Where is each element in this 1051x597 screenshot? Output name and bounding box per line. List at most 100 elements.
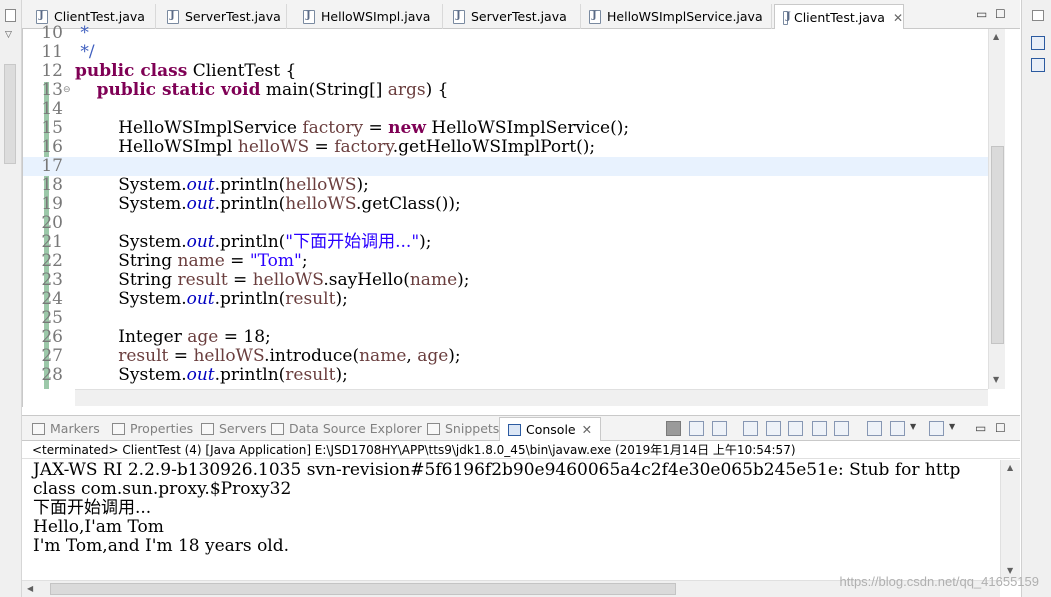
code-line[interactable]: 17 bbox=[23, 157, 988, 176]
code-text: System.out.println("下面开始调用..."); bbox=[75, 232, 432, 252]
code-line[interactable]: 23 String result = helloWS.sayHello(name… bbox=[23, 271, 988, 290]
scroll-left-icon[interactable]: ◀ bbox=[27, 584, 33, 593]
line-number: 17 bbox=[41, 156, 63, 176]
code-text: Integer age = 18; bbox=[75, 327, 271, 347]
chevron-down-icon[interactable]: ▼ bbox=[949, 422, 955, 431]
code-line[interactable]: 27 result = helloWS.introduce(name, age)… bbox=[23, 347, 988, 366]
code-text: result = helloWS.introduce(name, age); bbox=[118, 346, 461, 366]
show-on-stdout-icon[interactable] bbox=[812, 421, 827, 436]
minimize-icon[interactable]: ▭ bbox=[976, 7, 987, 21]
code-text: System.out.println(helloWS); bbox=[75, 175, 369, 195]
java-file-icon bbox=[589, 9, 601, 24]
line-number: 10 bbox=[41, 23, 63, 43]
outline-icon[interactable] bbox=[1031, 36, 1045, 50]
view-menu-icon[interactable]: ▽ bbox=[5, 30, 12, 40]
code-text: public static void main(String[] args) { bbox=[96, 80, 449, 100]
java-file-icon bbox=[453, 9, 465, 24]
code-line[interactable]: 14 bbox=[23, 100, 988, 119]
code-line[interactable]: 15 HelloWSImplService factory = new Hell… bbox=[23, 119, 988, 138]
pin-console-icon[interactable] bbox=[867, 421, 882, 436]
tab-servers[interactable]: Servers bbox=[201, 421, 267, 436]
line-number: 11 bbox=[41, 42, 63, 62]
markers-icon bbox=[32, 423, 45, 435]
scroll-lock-icon[interactable] bbox=[766, 421, 781, 436]
line-number: 13 bbox=[41, 80, 63, 100]
line-number: 12 bbox=[41, 61, 63, 81]
code-line[interactable]: 19 System.out.println(helloWS.getClass()… bbox=[23, 195, 988, 214]
close-icon[interactable]: ✕ bbox=[893, 11, 903, 25]
editor-vertical-scrollbar[interactable]: ▲ ▼ bbox=[988, 29, 1005, 389]
tab-label: ServerTest.java bbox=[185, 9, 281, 24]
restore-icon[interactable] bbox=[5, 9, 16, 22]
tab-label: ClientTest.java bbox=[793, 10, 885, 25]
scroll-up-icon[interactable]: ▲ bbox=[993, 32, 999, 41]
left-panel-scrollbar[interactable] bbox=[4, 64, 16, 164]
code-line[interactable]: 11 */ bbox=[23, 43, 988, 62]
editor-horizontal-scrollbar[interactable] bbox=[75, 389, 988, 406]
code-line[interactable]: 26 Integer age = 18; bbox=[23, 328, 988, 347]
tab-data-source-explorer[interactable]: Data Source Explorer bbox=[271, 421, 422, 436]
scroll-down-icon[interactable]: ▼ bbox=[993, 375, 999, 384]
code-line[interactable]: 24 System.out.println(result); bbox=[23, 290, 988, 309]
open-console-icon[interactable] bbox=[929, 421, 944, 436]
remove-launch-icon[interactable] bbox=[689, 421, 704, 436]
database-icon bbox=[271, 423, 284, 435]
right-panel-strip bbox=[1021, 0, 1051, 597]
remove-all-icon[interactable] bbox=[712, 421, 727, 436]
restore-icon[interactable] bbox=[1032, 10, 1044, 21]
maximize-icon[interactable]: ☐ bbox=[995, 421, 1006, 435]
tab-label: Console bbox=[526, 422, 576, 437]
tab-console[interactable]: Console ✕ bbox=[499, 417, 602, 442]
tab-properties[interactable]: Properties bbox=[112, 421, 193, 436]
line-number: 25 bbox=[41, 308, 63, 328]
code-editor[interactable]: 10 * 11 */12 public class ClientTest {13 ⊖ … bbox=[22, 24, 1020, 407]
tab-markers[interactable]: Markers bbox=[32, 421, 100, 436]
line-number: 21 bbox=[41, 232, 63, 252]
tab-label: Servers bbox=[219, 421, 267, 436]
scroll-up-icon[interactable]: ▲ bbox=[1007, 463, 1013, 472]
tab-label: Snippets bbox=[445, 421, 500, 436]
clear-console-icon[interactable] bbox=[743, 421, 758, 436]
code-text: HelloWSImpl helloWS = factory.getHelloWS… bbox=[75, 137, 596, 157]
close-icon[interactable]: ✕ bbox=[582, 422, 592, 437]
word-wrap-icon[interactable] bbox=[788, 421, 803, 436]
maximize-icon[interactable]: ☐ bbox=[995, 7, 1006, 21]
code-line[interactable]: 20 bbox=[23, 214, 988, 233]
tab-label: ClientTest.java bbox=[54, 9, 145, 24]
terminate-icon[interactable] bbox=[666, 421, 681, 436]
code-line[interactable]: 21 System.out.println("下面开始调用..."); bbox=[23, 233, 988, 252]
tab-label: Properties bbox=[130, 421, 194, 436]
tab-label: Markers bbox=[50, 421, 100, 436]
scrollbar-thumb[interactable] bbox=[50, 583, 676, 595]
console-line: JAX-WS RI 2.2.9-b130926.1035 svn-revisio… bbox=[33, 460, 961, 480]
code-line[interactable]: 22 String name = "Tom"; bbox=[23, 252, 988, 271]
console-line: Hello,I'am Tom bbox=[33, 517, 164, 537]
code-line[interactable]: 12 public class ClientTest { bbox=[23, 62, 988, 81]
chevron-down-icon[interactable]: ▼ bbox=[910, 422, 916, 431]
console-vertical-scrollbar[interactable]: ▲ ▼ bbox=[1000, 460, 1020, 581]
line-number: 27 bbox=[41, 346, 63, 366]
code-text: HelloWSImplService factory = new HelloWS… bbox=[75, 118, 630, 138]
code-line[interactable]: 13 ⊖ public static void main(String[] arg… bbox=[23, 81, 988, 100]
task-list-icon[interactable] bbox=[1031, 58, 1045, 72]
fold-toggle-icon[interactable]: ⊖ bbox=[63, 81, 71, 100]
code-line[interactable]: 10 * bbox=[23, 24, 988, 43]
watermark: https://blog.csdn.net/qq_41655159 bbox=[839, 574, 1040, 589]
line-number: 18 bbox=[41, 175, 63, 195]
code-line[interactable]: 18 System.out.println(helloWS); bbox=[23, 176, 988, 195]
minimize-icon[interactable]: ▭ bbox=[975, 421, 986, 435]
java-file-icon bbox=[167, 9, 179, 24]
code-text: System.out.println(result); bbox=[75, 289, 348, 309]
code-line[interactable]: 25 bbox=[23, 309, 988, 328]
code-text: System.out.println(result); bbox=[75, 365, 348, 385]
tab-snippets[interactable]: Snippets bbox=[427, 421, 499, 436]
display-console-icon[interactable] bbox=[890, 421, 905, 436]
code-line[interactable]: 28 System.out.println(result); bbox=[23, 366, 988, 385]
code-line[interactable]: 16 HelloWSImpl helloWS = factory.getHell… bbox=[23, 138, 988, 157]
console-line: 下面开始调用... bbox=[33, 498, 152, 518]
scrollbar-thumb[interactable] bbox=[991, 146, 1004, 344]
show-on-stderr-icon[interactable] bbox=[834, 421, 849, 436]
console-output[interactable]: JAX-WS RI 2.2.9-b130926.1035 svn-revisio… bbox=[22, 460, 1000, 580]
console-tab-bar: Markers Properties Servers Data Source E… bbox=[22, 415, 1020, 442]
line-number: 19 bbox=[41, 194, 63, 214]
